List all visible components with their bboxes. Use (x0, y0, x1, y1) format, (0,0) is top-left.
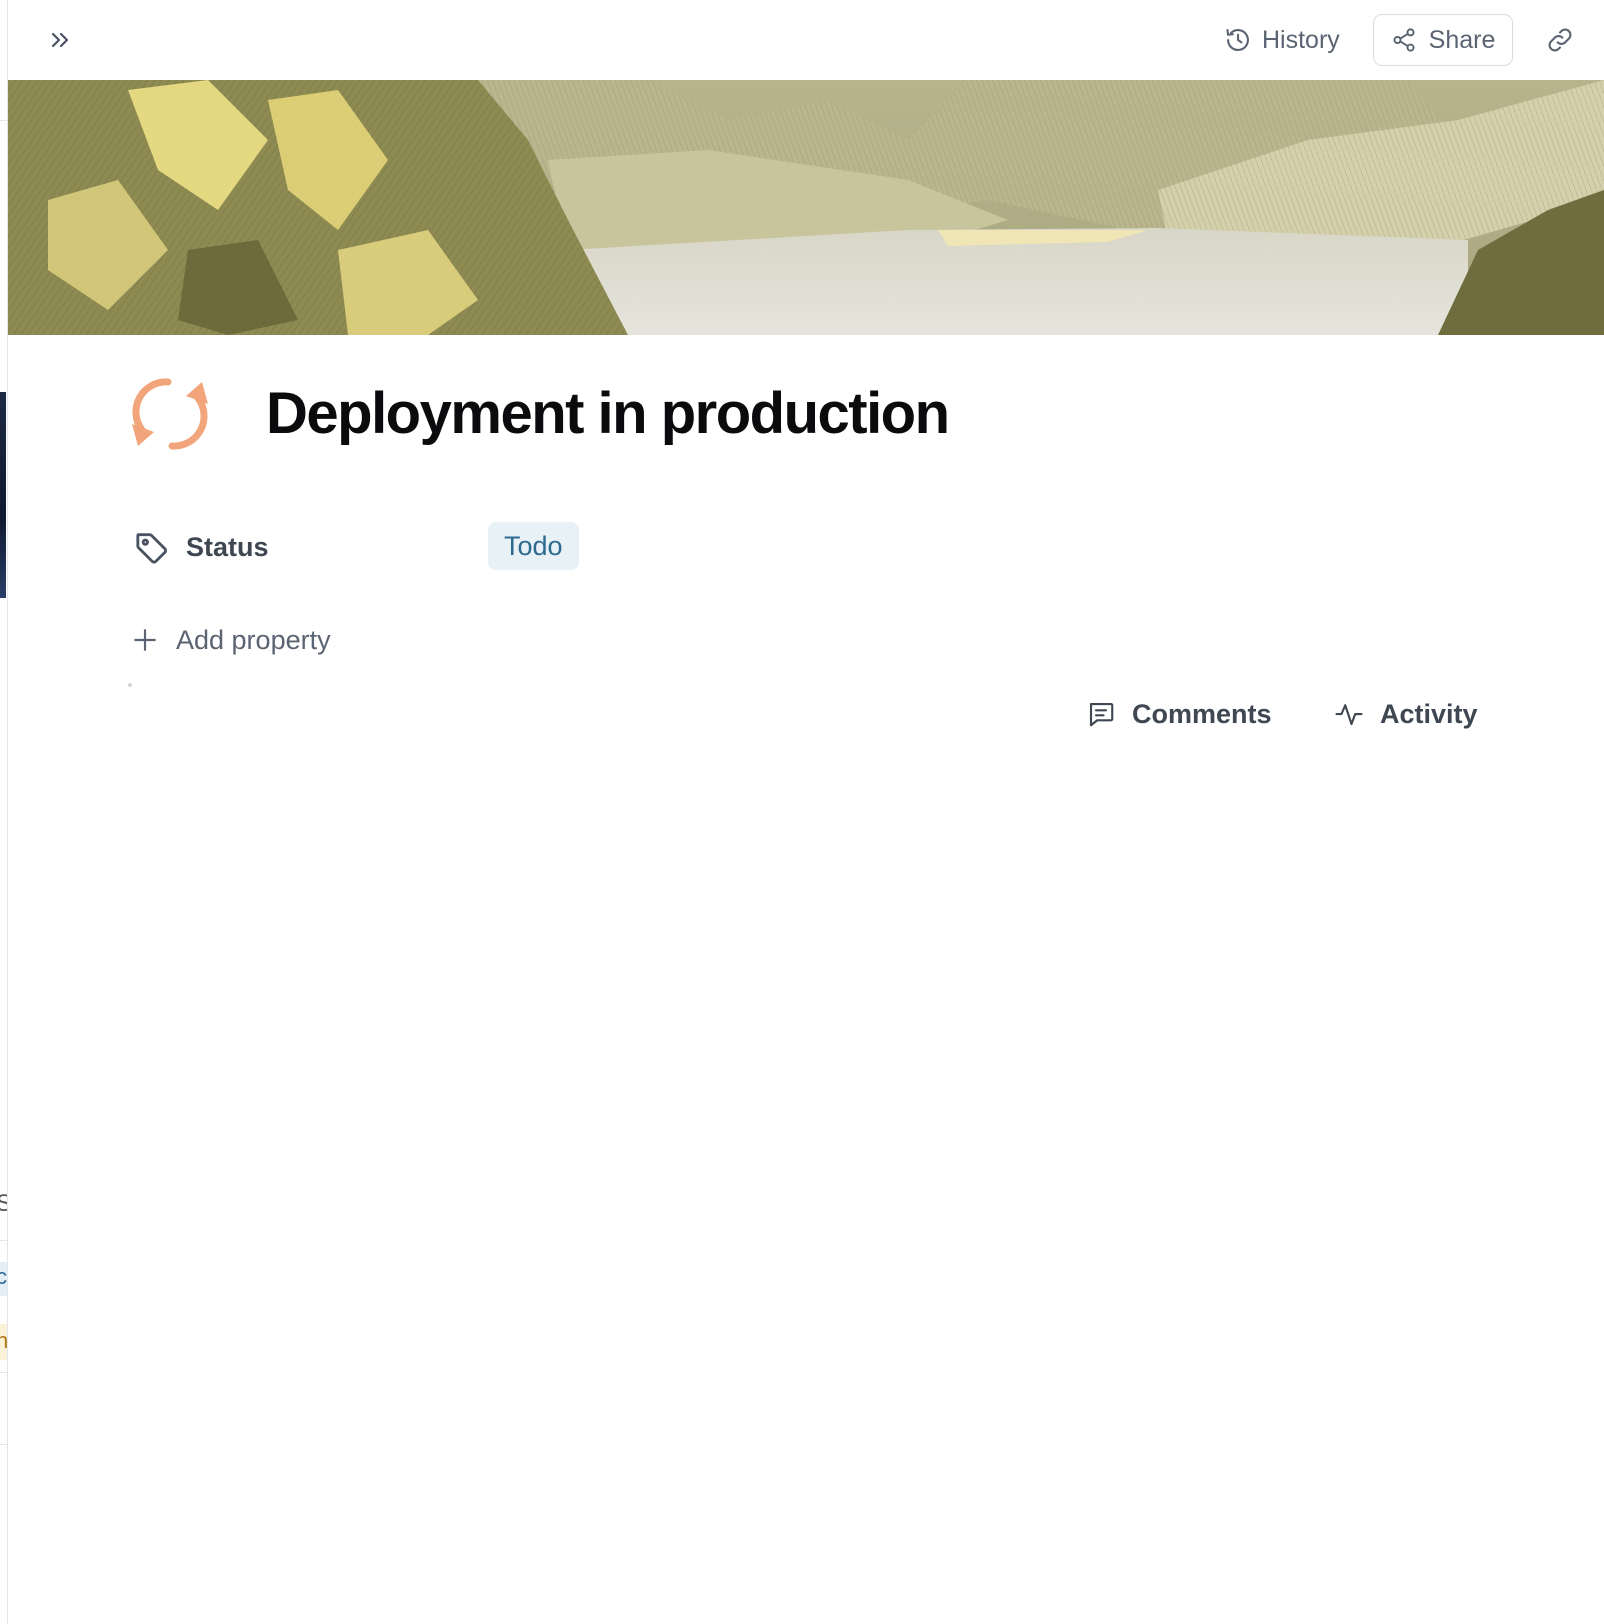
expand-sidebar-button[interactable] (44, 22, 76, 58)
history-icon (1226, 29, 1249, 51)
landscape-illustration (8, 80, 1604, 335)
link-icon (1548, 28, 1572, 52)
share-button[interactable]: Share (1373, 14, 1513, 66)
tag-icon (136, 533, 167, 564)
tab-comments[interactable]: Comments (1086, 692, 1272, 736)
divider (0, 1372, 7, 1373)
plus-icon (134, 629, 156, 651)
background-text-fragment: S (0, 1190, 7, 1218)
divider (0, 1444, 7, 1445)
tab-label: Comments (1132, 698, 1272, 729)
cover-image[interactable] (8, 80, 1604, 335)
history-button[interactable]: History (1224, 16, 1340, 64)
comment-icon (1089, 702, 1114, 727)
copy-link-button[interactable] (1540, 20, 1580, 60)
status-badge[interactable]: Todo (488, 522, 579, 570)
divider (128, 683, 132, 687)
background-chip: c (0, 1262, 7, 1296)
property-row-status: Status Todo (132, 522, 732, 574)
add-property-button[interactable]: Add property (132, 618, 331, 662)
property-label[interactable]: Status (186, 532, 269, 563)
top-bar: History Share (8, 0, 1604, 80)
history-label: History (1262, 25, 1340, 54)
background-window: S c n (0, 0, 8, 1624)
share-icon (1393, 28, 1415, 52)
background-chip: n (0, 1324, 7, 1360)
add-property-label: Add property (176, 624, 331, 655)
tab-label: Activity (1380, 698, 1478, 729)
tab-activity[interactable]: Activity (1334, 692, 1478, 736)
share-label: Share (1428, 25, 1496, 54)
double-chevron-right-icon (51, 32, 69, 48)
divider (0, 120, 7, 121)
background-thumbnail (0, 392, 6, 598)
activity-icon (1335, 704, 1363, 726)
refresh-icon[interactable] (128, 372, 212, 456)
page-panel: History Share Deployment in production S… (8, 0, 1604, 1624)
page-title[interactable]: Deployment in production (266, 376, 950, 452)
divider (0, 1240, 7, 1241)
